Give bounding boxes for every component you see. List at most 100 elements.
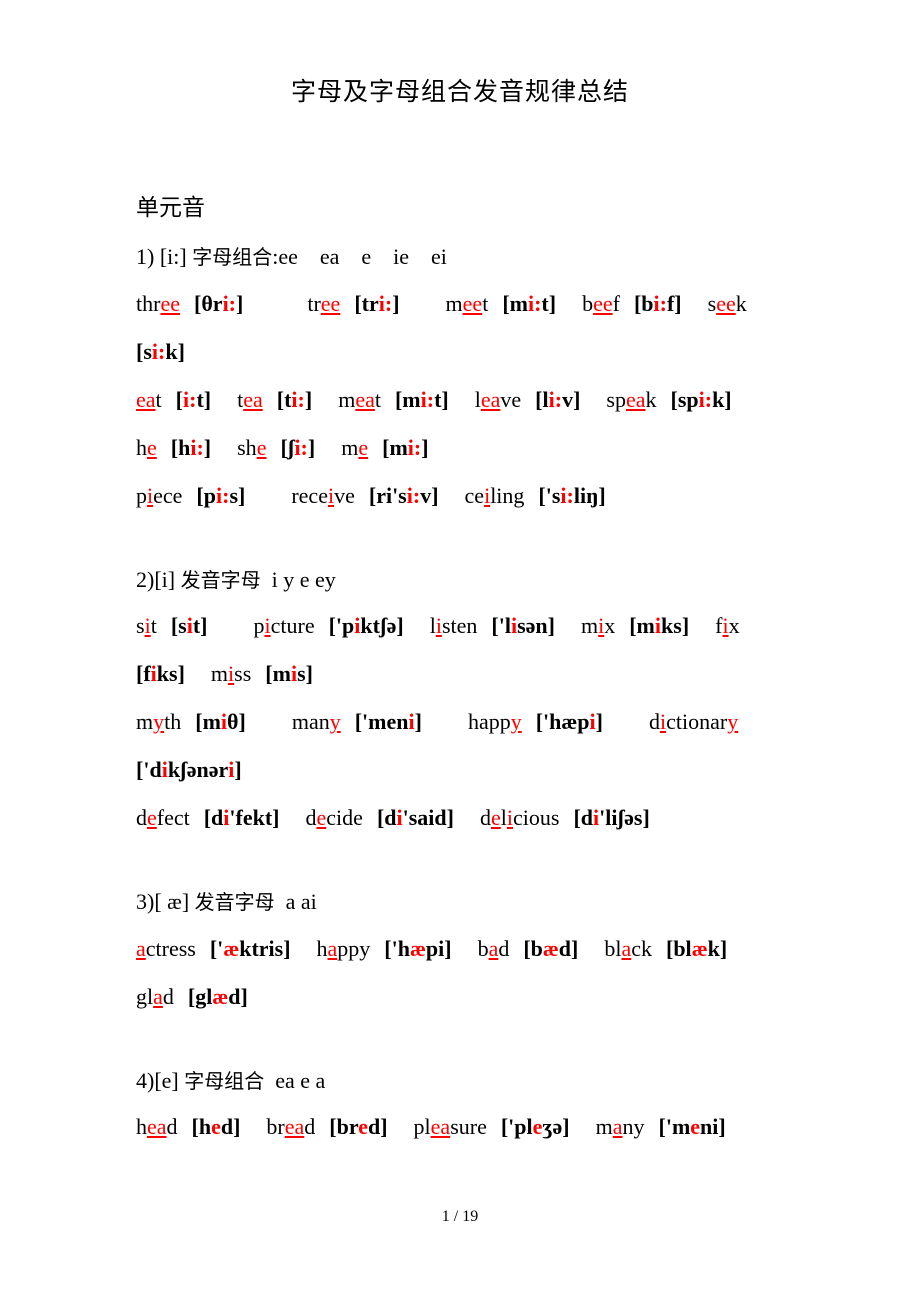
- word-segment: s: [707, 290, 717, 316]
- ipa-segment: ['l: [491, 613, 511, 639]
- ipa-segment: æ: [212, 983, 229, 1009]
- example-word: pleasure: [414, 1114, 487, 1139]
- word-segment: br: [266, 1114, 285, 1140]
- word-segment: rece: [291, 482, 328, 508]
- word-segment: a: [153, 983, 163, 1009]
- phonetic-transcription: ['hæpi]: [384, 936, 451, 961]
- word-segment: d: [479, 805, 491, 831]
- ipa-segment: [: [276, 386, 285, 412]
- word-segment: bl: [604, 935, 622, 961]
- phonetic-transcription: [θri:]: [194, 291, 243, 316]
- example-line: head [hed] bread [bred] pleasure ['pleʒə] many…: [136, 1103, 796, 1151]
- example-word: she: [237, 435, 266, 460]
- word-segment: ss: [234, 661, 252, 687]
- example-word: many: [596, 1114, 645, 1139]
- document-page: 字母及字母组合发音规律总结 单元音 1) [i:] 字母组合:ee ea e i…: [0, 0, 920, 1302]
- ipa-segment: [b: [523, 935, 543, 961]
- phonetic-transcription: [tri:]: [354, 291, 399, 316]
- word-segment: s: [136, 613, 145, 639]
- example-word: head: [136, 1114, 178, 1139]
- ipa-segment: i:: [560, 482, 574, 508]
- ipa-segment: k]: [165, 338, 185, 364]
- example-word: black: [604, 936, 652, 961]
- word-segment: ctress: [145, 935, 196, 961]
- ipa-segment: b: [641, 290, 654, 316]
- ipa-segment: i:: [222, 290, 237, 316]
- ipa-segment: ktris]: [239, 935, 291, 961]
- ipa-segment: [m: [629, 613, 655, 639]
- example-word: mix: [581, 613, 615, 638]
- word-segment: e: [358, 434, 369, 460]
- example-word: happy: [468, 709, 522, 734]
- example-word: tea: [237, 387, 263, 412]
- rule-kind-label: 发音字母: [194, 890, 275, 915]
- word-segment: k: [645, 386, 657, 412]
- ipa-segment: i:: [151, 338, 166, 364]
- document-body: 单元音 1) [i:] 字母组合:ee ea e ie ei three [θri:…: [136, 195, 796, 1197]
- ipa-segment: [h: [191, 1114, 212, 1140]
- word-segment: a: [327, 935, 338, 961]
- phonetic-transcription: [li:v]: [535, 387, 580, 412]
- ipa-segment: 'said]: [402, 805, 454, 831]
- ipa-segment: ['m: [658, 1114, 691, 1140]
- example-word: meet: [446, 291, 489, 316]
- ipa-segment: t]: [434, 386, 449, 412]
- example-word: seek: [708, 291, 747, 316]
- word-segment: ny: [622, 1114, 645, 1140]
- word-segment: cture: [270, 613, 315, 639]
- ipa-segment: sp: [677, 386, 699, 412]
- example-word: decide: [306, 805, 363, 830]
- word-segment: e: [147, 434, 157, 460]
- example-line: piece [pi:s] receive [ri'si:v] ceiling ['si:l…: [136, 472, 796, 520]
- word-segment: x: [604, 613, 616, 639]
- ipa-segment: liŋ]: [573, 482, 606, 508]
- example-word: defect: [136, 805, 190, 830]
- word-segment: b: [582, 290, 594, 316]
- rule-block: 1) [i:] 字母组合:ee ea e ie ei three [θri:] tre…: [136, 243, 796, 566]
- ipa-segment: i:: [291, 386, 305, 412]
- rule-heading: 1) [i:] 字母组合:ee ea e ie ei: [136, 243, 796, 271]
- example-list: three [θri:] tree [tri:] meet [mi:t] beef [bi:f…: [136, 280, 796, 520]
- ipa-segment: pi]: [425, 935, 452, 961]
- word-segment: t: [482, 290, 489, 316]
- word-segment: y: [153, 709, 165, 735]
- ipa-segment: t]: [192, 613, 208, 639]
- rule-kind-label: 发音字母: [180, 567, 261, 592]
- example-line: sit [sit] picture ['piktʃə] listen ['lisən] mi…: [136, 602, 796, 650]
- ipa-segment: ]: [595, 709, 603, 735]
- rule-letters: a ai: [285, 889, 317, 915]
- ipa-segment: æ: [542, 935, 559, 961]
- word-segment: ee: [462, 290, 483, 316]
- word-segment: h: [136, 1114, 147, 1140]
- rule-phoneme: [i]: [154, 566, 181, 592]
- word-segment: e: [316, 805, 327, 831]
- example-word: bread: [266, 1114, 315, 1139]
- word-segment: ea: [480, 386, 501, 412]
- word-segment: p: [253, 613, 265, 639]
- rule-number: 4): [136, 1067, 155, 1093]
- phonetic-transcription: [di'fekt]: [204, 805, 280, 830]
- word-segment: k: [735, 290, 747, 316]
- example-list: actress ['æktris] happy ['hæpi] bad [bæd] blac…: [136, 925, 796, 1021]
- word-segment: ee: [160, 290, 180, 316]
- word-segment: ve: [334, 482, 355, 508]
- word-segment: d: [166, 1114, 178, 1140]
- phonetic-transcription: [hed]: [192, 1114, 241, 1139]
- ipa-segment: i:: [406, 482, 421, 508]
- word-segment: m: [210, 661, 229, 687]
- ipa-segment: [m: [265, 661, 291, 687]
- rule-letters: ea e a: [275, 1067, 326, 1093]
- word-segment: h: [136, 434, 147, 460]
- ipa-segment: tr: [361, 290, 379, 316]
- ipa-segment: [: [196, 482, 204, 508]
- ipa-segment: [: [670, 386, 678, 412]
- word-segment: a: [136, 935, 146, 961]
- phonetic-transcription: [i:t]: [176, 387, 211, 412]
- ipa-segment: ['d: [136, 757, 162, 783]
- ipa-segment: m: [402, 386, 421, 412]
- word-segment: f: [612, 290, 620, 316]
- rule-letters: i y e ey: [271, 566, 336, 592]
- ipa-segment: [f: [136, 661, 151, 687]
- ipa-segment: kʃənər: [167, 757, 229, 783]
- ipa-segment: i:: [190, 434, 204, 460]
